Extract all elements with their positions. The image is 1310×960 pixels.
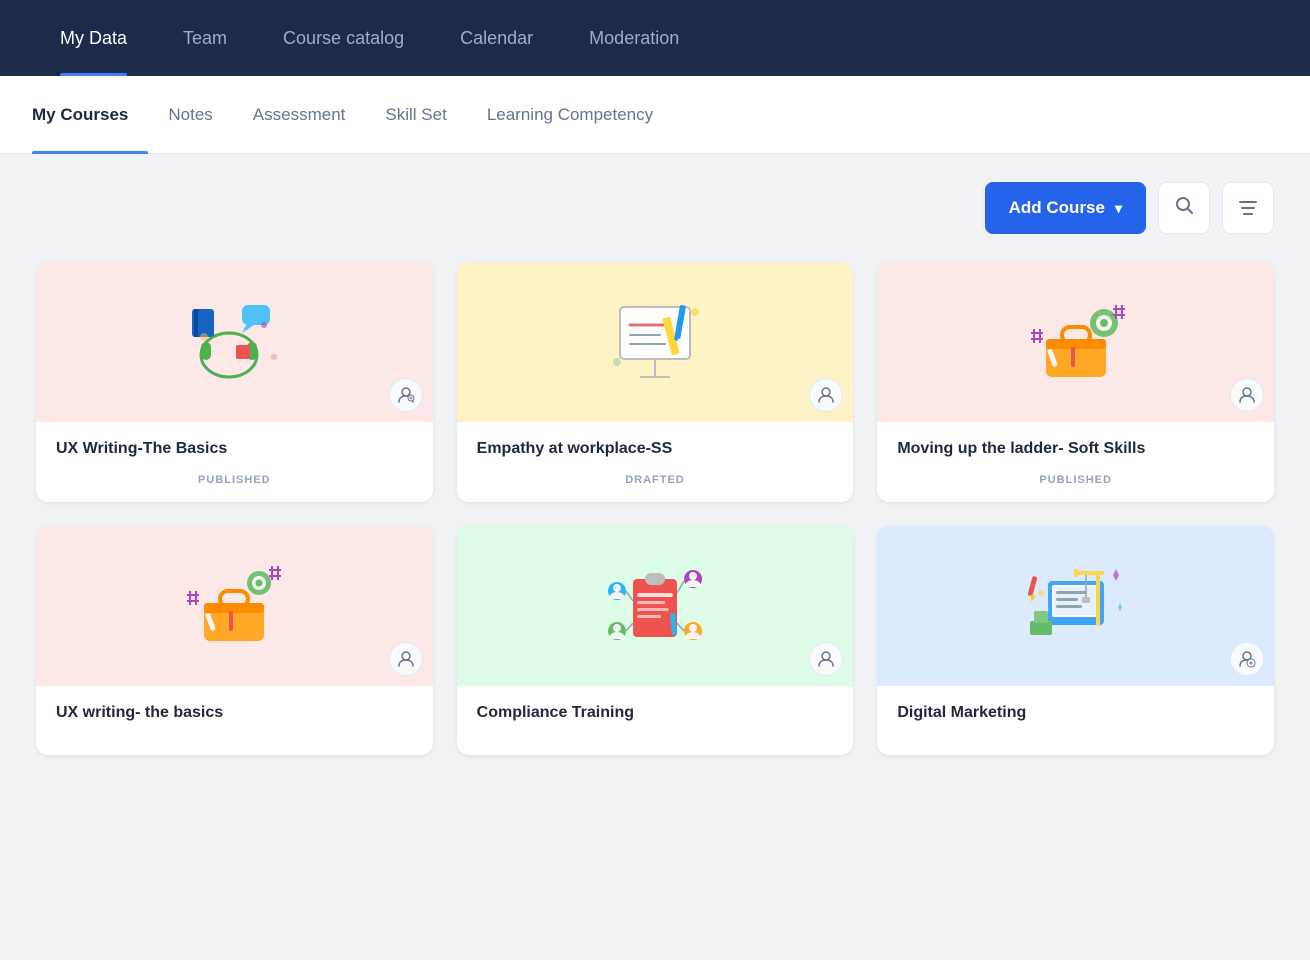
top-navigation: My Data Team Course catalog Calendar Mod… bbox=[0, 0, 1310, 76]
card-owner-icon bbox=[389, 642, 423, 676]
card-owner-icon bbox=[809, 378, 843, 412]
card-body: UX writing- the basics bbox=[36, 686, 433, 724]
filter-button[interactable] bbox=[1222, 182, 1274, 234]
card-image bbox=[877, 262, 1274, 422]
card-status: DRAFTED bbox=[457, 460, 854, 502]
card-owner-icon bbox=[1230, 378, 1264, 412]
card-body: Digital Marketing bbox=[877, 686, 1274, 724]
nav-calendar[interactable]: Calendar bbox=[432, 0, 561, 76]
tab-learning-competency[interactable]: Learning Competency bbox=[467, 76, 673, 154]
chevron-down-icon: ▾ bbox=[1115, 200, 1122, 217]
card-status: PUBLISHED bbox=[36, 460, 433, 502]
search-button[interactable] bbox=[1158, 182, 1210, 234]
card-title: Digital Marketing bbox=[897, 702, 1254, 724]
card-body: Empathy at workplace-SS bbox=[457, 422, 854, 460]
card-owner-icon bbox=[389, 378, 423, 412]
tab-skill-set[interactable]: Skill Set bbox=[365, 76, 466, 154]
search-icon bbox=[1174, 195, 1194, 221]
card-title: Empathy at workplace-SS bbox=[477, 438, 834, 460]
tab-notes[interactable]: Notes bbox=[148, 76, 232, 154]
card-status bbox=[36, 725, 433, 755]
card-image bbox=[457, 526, 854, 686]
filter-icon bbox=[1239, 201, 1257, 215]
card-owner-icon bbox=[1230, 642, 1264, 676]
card-title: UX writing- the basics bbox=[56, 702, 413, 724]
card-title: Moving up the ladder- Soft Skills bbox=[897, 438, 1254, 460]
card-image bbox=[36, 262, 433, 422]
add-course-button[interactable]: Add Course ▾ bbox=[985, 182, 1146, 234]
course-card-empathy[interactable]: Empathy at workplace-SS DRAFTED bbox=[457, 262, 854, 502]
card-body: UX Writing-The Basics bbox=[36, 422, 433, 460]
course-card-digital-marketing[interactable]: Digital Marketing bbox=[877, 526, 1274, 754]
course-card-ux-writing-basics[interactable]: UX Writing-The Basics PUBLISHED bbox=[36, 262, 433, 502]
course-grid: UX Writing-The Basics PUBLISHED bbox=[36, 262, 1274, 755]
card-status bbox=[457, 725, 854, 755]
nav-team[interactable]: Team bbox=[155, 0, 255, 76]
main-content: Add Course ▾ bbox=[0, 154, 1310, 960]
card-status: PUBLISHED bbox=[877, 460, 1274, 502]
card-body: Moving up the ladder- Soft Skills bbox=[877, 422, 1274, 460]
card-image bbox=[877, 526, 1274, 686]
sub-navigation: My Courses Notes Assessment Skill Set Le… bbox=[0, 76, 1310, 154]
card-status bbox=[877, 725, 1274, 755]
course-card-compliance[interactable]: Compliance Training bbox=[457, 526, 854, 754]
nav-moderation[interactable]: Moderation bbox=[561, 0, 707, 76]
card-title: Compliance Training bbox=[477, 702, 834, 724]
card-title: UX Writing-The Basics bbox=[56, 438, 413, 460]
toolbar: Add Course ▾ bbox=[36, 182, 1274, 234]
card-body: Compliance Training bbox=[457, 686, 854, 724]
nav-course-catalog[interactable]: Course catalog bbox=[255, 0, 432, 76]
card-image bbox=[36, 526, 433, 686]
course-card-ux-writing-2[interactable]: UX writing- the basics bbox=[36, 526, 433, 754]
card-image bbox=[457, 262, 854, 422]
nav-my-data[interactable]: My Data bbox=[32, 0, 155, 76]
course-card-moving-up[interactable]: Moving up the ladder- Soft Skills PUBLIS… bbox=[877, 262, 1274, 502]
tab-my-courses[interactable]: My Courses bbox=[32, 76, 148, 154]
card-owner-icon bbox=[809, 642, 843, 676]
tab-assessment[interactable]: Assessment bbox=[233, 76, 366, 154]
add-course-label: Add Course bbox=[1009, 198, 1105, 218]
